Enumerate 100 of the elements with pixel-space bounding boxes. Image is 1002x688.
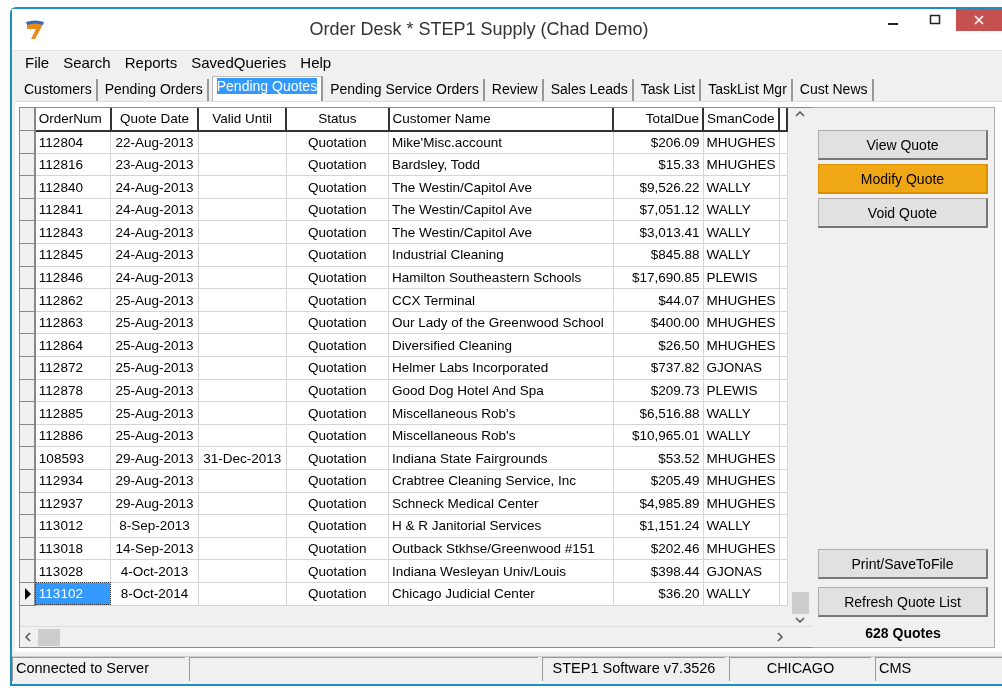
table-cell: Crabtree Cleaning Service, Inc	[388, 469, 614, 493]
column-header[interactable]: TotalDue	[613, 108, 704, 131]
table-cell: 108593	[34, 446, 111, 470]
table-cell: Quotation	[286, 356, 389, 380]
table-cell: 24-Aug-2013	[110, 266, 199, 289]
table-cell: $53.52	[613, 446, 704, 470]
table-cell: Miscellaneous Rob's	[388, 424, 614, 447]
table-cell: Diversified Cleaning	[388, 333, 614, 357]
table-cell: Quotation	[286, 243, 389, 267]
scrollbar-thumb[interactable]	[38, 628, 60, 646]
table-cell: PLEWIS	[703, 379, 780, 402]
table-cell: 112937	[34, 492, 111, 515]
table-cell: $6,516.88	[613, 401, 704, 425]
table-cell: Quotation	[286, 153, 389, 176]
table-cell: The Westin/Capitol Ave	[388, 220, 614, 244]
table-cell: WALLY	[703, 582, 780, 606]
table-cell: 113012	[34, 514, 111, 538]
table-cell: 25-Aug-2013	[110, 333, 199, 357]
table-cell: H & R Janitorial Services	[388, 514, 614, 538]
table-cell: 112846	[34, 266, 111, 289]
table-cell: Industrial Cleaning	[388, 243, 614, 267]
table-cell: Good Dog Hotel And Spa	[388, 379, 614, 402]
table-cell: 24-Aug-2013	[110, 220, 199, 244]
table-cell: 25-Aug-2013	[110, 356, 199, 380]
menu-item[interactable]: File	[18, 53, 57, 71]
scrollbar-thumb[interactable]	[791, 592, 809, 614]
table-cell: 24-Aug-2013	[110, 175, 199, 199]
table-cell: 112845	[34, 243, 111, 267]
table-cell: $209.73	[613, 379, 704, 402]
table-cell: WALLY	[703, 243, 780, 267]
column-header[interactable]: SmanCode	[703, 108, 780, 131]
table-cell: 23-Aug-2013	[110, 153, 199, 176]
table-cell: Schneck Medical Center	[388, 492, 614, 515]
table-cell: MHUGHES	[703, 446, 780, 470]
table-cell: 29-Aug-2013	[110, 492, 199, 515]
table-cell: Quotation	[286, 288, 389, 312]
table-cell: $7,051.12	[613, 198, 704, 221]
table-cell: Quotation	[286, 514, 389, 538]
table-cell: $17,690.85	[613, 266, 704, 289]
action-button[interactable]: Void Quote	[818, 198, 988, 228]
table-cell: Quotation	[286, 333, 389, 357]
column-header[interactable]: Status	[286, 108, 389, 131]
menu-item[interactable]: Search	[56, 53, 118, 71]
table-cell: Indiana Wesleyan Univ/Louis	[388, 559, 614, 583]
column-header[interactable]: OrderNum	[34, 108, 111, 131]
column-header[interactable]: Valid Until	[198, 108, 287, 131]
table-cell: MHUGHES	[703, 288, 780, 312]
status-text: STEP1 Software v7.3526	[542, 657, 725, 681]
menu-item[interactable]: SavedQueries	[184, 53, 294, 71]
table-cell: 8-Sep-2013	[110, 514, 199, 538]
menu-item[interactable]: Help	[293, 53, 339, 71]
table-cell: WALLY	[703, 220, 780, 244]
table-cell: $44.07	[613, 288, 704, 312]
table-cell: 112934	[34, 469, 111, 493]
table-cell: MHUGHES	[703, 311, 780, 334]
table-cell: Quotation	[286, 537, 389, 560]
table-cell: $205.49	[613, 469, 704, 493]
action-button[interactable]: Modify Quote	[818, 164, 988, 194]
status-text: Connected to Server	[12, 657, 185, 681]
table-cell: $845.88	[613, 243, 704, 267]
close-icon	[973, 14, 985, 26]
table-cell: Quotation	[286, 175, 389, 199]
table-cell: 112840	[34, 175, 111, 199]
table-cell: Helmer Labs Incorporated	[388, 356, 614, 380]
table-cell: Mike'Misc.account	[388, 130, 614, 154]
table-cell: Quotation	[286, 198, 389, 221]
table-cell: 29-Aug-2013	[110, 469, 199, 493]
scroll-up-icon[interactable]	[795, 110, 806, 118]
table-cell: 112804	[34, 130, 111, 154]
action-button[interactable]: View Quote	[818, 130, 988, 160]
table-cell: Our Lady of the Greenwood School	[388, 311, 614, 334]
app-logo-icon	[24, 18, 46, 41]
menu-item[interactable]: Reports	[117, 53, 185, 71]
table-cell: Quotation	[286, 220, 389, 244]
scroll-down-icon[interactable]	[795, 616, 806, 624]
table-cell: Quotation	[286, 266, 389, 289]
status-text: CMS	[875, 657, 1002, 681]
table-cell: 29-Aug-2013	[110, 446, 199, 470]
column-header[interactable]: Customer Name	[388, 108, 614, 131]
scroll-right-icon[interactable]	[776, 632, 784, 642]
table-cell: $737.82	[613, 356, 704, 380]
table-cell: $10,965.01	[613, 424, 704, 447]
column-header[interactable]: Quote Date	[110, 108, 199, 131]
scroll-left-icon[interactable]	[24, 632, 32, 642]
table-cell: MHUGHES	[703, 492, 780, 515]
minimize-icon	[888, 23, 898, 25]
table-cell: 25-Aug-2013	[110, 288, 199, 312]
table-cell: Outback Stkhse/Greenwood #151	[388, 537, 614, 560]
table-cell: 31-Dec-2013	[198, 446, 287, 470]
action-button[interactable]: Print/SaveToFile	[818, 549, 988, 579]
table-cell: CCX Terminal	[388, 288, 614, 312]
table-cell: 4-Oct-2013	[110, 559, 199, 583]
table-cell: $9,526.22	[613, 175, 704, 199]
action-button[interactable]: Refresh Quote List	[818, 587, 988, 617]
table-cell: 25-Aug-2013	[110, 401, 199, 425]
table-cell: The Westin/Capitol Ave	[388, 175, 614, 199]
table-cell: WALLY	[703, 514, 780, 538]
table-cell: 24-Aug-2013	[110, 198, 199, 221]
table-cell: $26.50	[613, 333, 704, 357]
table-cell: 22-Aug-2013	[110, 130, 199, 154]
